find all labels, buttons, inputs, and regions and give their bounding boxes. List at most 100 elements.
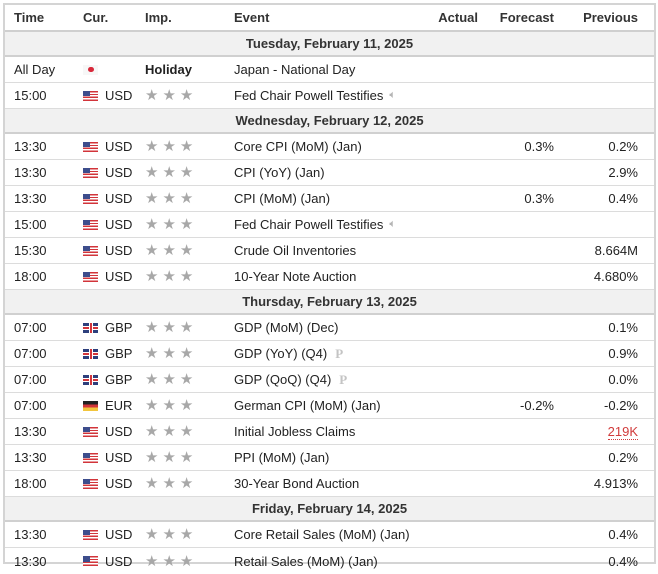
header-currency[interactable]: Cur. [75, 10, 143, 25]
event-importance: ★ ★ ★ [143, 424, 232, 439]
event-name: German CPI (MoM) (Jan) [232, 398, 422, 413]
event-title[interactable]: Retail Sales (MoM) (Jan) [234, 554, 378, 569]
event-title[interactable]: GDP (QoQ) (Q4) [234, 372, 331, 387]
event-title[interactable]: 10-Year Note Auction [234, 269, 356, 284]
star-icon: ★ [162, 449, 176, 466]
header-actual[interactable]: Actual [422, 10, 478, 25]
event-row[interactable]: 18:00 USD ★ ★ ★ 30-Year Bond Auction 4.913% [5, 471, 654, 497]
event-name: 10-Year Note Auction [232, 269, 422, 284]
event-row[interactable]: 13:30 USD ★ ★ ★ Retail Sales (MoM) (Jan) 0.4% [5, 548, 654, 574]
event-time: 15:00 [14, 217, 47, 232]
event-row[interactable]: All Day Holiday Japan - National Day [5, 57, 654, 83]
event-row[interactable]: 13:30 USD ★ ★ ★ PPI (MoM) (Jan) 0.2% [5, 445, 654, 471]
event-title[interactable]: PPI (MoM) (Jan) [234, 450, 329, 465]
event-title[interactable]: CPI (YoY) (Jan) [234, 165, 325, 180]
event-row[interactable]: 07:00 EUR ★ ★ ★ German CPI (MoM) (Jan) -0.2% -0… [5, 393, 654, 419]
event-title[interactable]: Japan - National Day [234, 62, 355, 77]
star-icon: ★ [162, 397, 176, 414]
event-row[interactable]: 07:00 GBP ★ ★ ★ GDP (MoM) (Dec) 0.1% [5, 315, 654, 341]
event-previous: 0.9% [554, 346, 638, 361]
us-flag-icon [83, 478, 98, 489]
star-icon: ★ [145, 268, 159, 285]
event-row[interactable]: 13:30 USD ★ ★ ★ Core Retail Sales (MoM) (Jan)… [5, 522, 654, 548]
event-title[interactable]: GDP (MoM) (Dec) [234, 320, 338, 335]
previous-value: 0.2% [608, 450, 638, 465]
event-title[interactable]: Fed Chair Powell Testifies [234, 88, 383, 103]
star-icon: ★ [162, 164, 176, 181]
star-icon: ★ [179, 164, 194, 181]
star-icon: ★ [162, 319, 176, 336]
event-title[interactable]: GDP (YoY) (Q4) [234, 346, 327, 361]
event-time: 15:30 [14, 243, 47, 258]
us-flag-icon [83, 556, 98, 566]
event-time: 13:30 [14, 527, 47, 542]
star-icon: ★ [162, 475, 176, 492]
event-title[interactable]: German CPI (MoM) (Jan) [234, 398, 381, 413]
header-forecast[interactable]: Forecast [478, 10, 554, 25]
currency-code: USD [105, 269, 133, 284]
day-label: Thursday, February 13, 2025 [242, 294, 417, 309]
preliminary-icon: P [335, 345, 344, 361]
event-row[interactable]: 13:30 USD ★ ★ ★ Core CPI (MoM) (Jan) 0.3% 0.2% [5, 134, 654, 160]
star-icon: ★ [179, 449, 194, 466]
star-icon: ★ [179, 268, 194, 285]
us-flag-icon [83, 271, 98, 282]
event-title[interactable]: Core Retail Sales (MoM) (Jan) [234, 527, 410, 542]
event-title[interactable]: CPI (MoM) (Jan) [234, 191, 330, 206]
importance-stars: ★ ★ ★ [145, 269, 193, 284]
event-row[interactable]: 15:00 USD ★ ★ ★ Fed Chair Powell Testifies 🔈︎ [5, 83, 654, 109]
previous-value: 0.0% [608, 372, 638, 387]
importance-stars: ★ ★ ★ [145, 372, 193, 387]
importance-stars: ★ ★ ★ [145, 243, 193, 258]
star-icon: ★ [162, 242, 176, 259]
event-currency: USD [75, 243, 143, 258]
event-title[interactable]: Fed Chair Powell Testifies [234, 217, 383, 232]
importance-stars: ★ ★ ★ [145, 554, 193, 569]
star-icon: ★ [145, 552, 159, 570]
header-previous[interactable]: Previous [554, 10, 638, 25]
header-event[interactable]: Event [232, 10, 422, 25]
previous-value: 4.913% [593, 476, 638, 491]
header-importance[interactable]: Imp. [143, 10, 232, 25]
event-currency: USD [75, 269, 143, 284]
star-icon: ★ [179, 319, 194, 336]
event-currency: USD [75, 191, 143, 206]
star-icon: ★ [145, 423, 159, 440]
event-row[interactable]: 18:00 USD ★ ★ ★ 10-Year Note Auction 4.680% [5, 264, 654, 290]
revised-previous-value[interactable]: 219K [607, 424, 638, 440]
importance-stars: ★ ★ ★ [145, 320, 193, 335]
event-row[interactable]: 13:30 USD ★ ★ ★ CPI (YoY) (Jan) 2.9% [5, 160, 654, 186]
event-previous: 4.913% [554, 476, 638, 491]
event-title[interactable]: Initial Jobless Claims [234, 424, 355, 439]
event-row[interactable]: 13:30 USD ★ ★ ★ CPI (MoM) (Jan) 0.3% 0.4% [5, 186, 654, 212]
event-name: GDP (YoY) (Q4) P [232, 346, 422, 362]
event-importance: ★ ★ ★ [143, 450, 232, 465]
event-currency: USD [75, 450, 143, 465]
event-row[interactable]: 15:30 USD ★ ★ ★ Crude Oil Inventories 8.664M [5, 238, 654, 264]
speaker-icon[interactable]: 🔈︎ [389, 218, 396, 231]
event-title[interactable]: 30-Year Bond Auction [234, 476, 359, 491]
star-icon: ★ [179, 138, 194, 155]
currency-code: GBP [105, 346, 133, 361]
event-title[interactable]: Crude Oil Inventories [234, 243, 356, 258]
event-row[interactable]: 07:00 GBP ★ ★ ★ GDP (QoQ) (Q4) P 0.0% [5, 367, 654, 393]
event-row[interactable]: 15:00 USD ★ ★ ★ Fed Chair Powell Testifies 🔈︎ [5, 212, 654, 238]
star-icon: ★ [145, 319, 159, 336]
currency-code: USD [105, 527, 133, 542]
event-importance: ★ ★ ★ [143, 398, 232, 413]
star-icon: ★ [145, 242, 159, 259]
header-time[interactable]: Time [5, 10, 75, 25]
event-title[interactable]: Core CPI (MoM) (Jan) [234, 139, 362, 154]
star-icon: ★ [145, 87, 159, 104]
star-icon: ★ [162, 345, 176, 362]
event-previous: 0.0% [554, 372, 638, 387]
event-currency: USD [75, 424, 143, 439]
event-importance: ★ ★ ★ [143, 243, 232, 258]
event-row[interactable]: 07:00 GBP ★ ★ ★ GDP (YoY) (Q4) P 0.9% [5, 341, 654, 367]
event-time: 15:00 [14, 88, 47, 103]
speaker-icon[interactable]: 🔈︎ [389, 89, 396, 102]
event-row[interactable]: 13:30 USD ★ ★ ★ Initial Jobless Claims 219K [5, 419, 654, 445]
event-importance: ★ ★ ★ [143, 269, 232, 284]
event-previous: 4.680% [554, 269, 638, 284]
star-icon: ★ [162, 216, 176, 233]
